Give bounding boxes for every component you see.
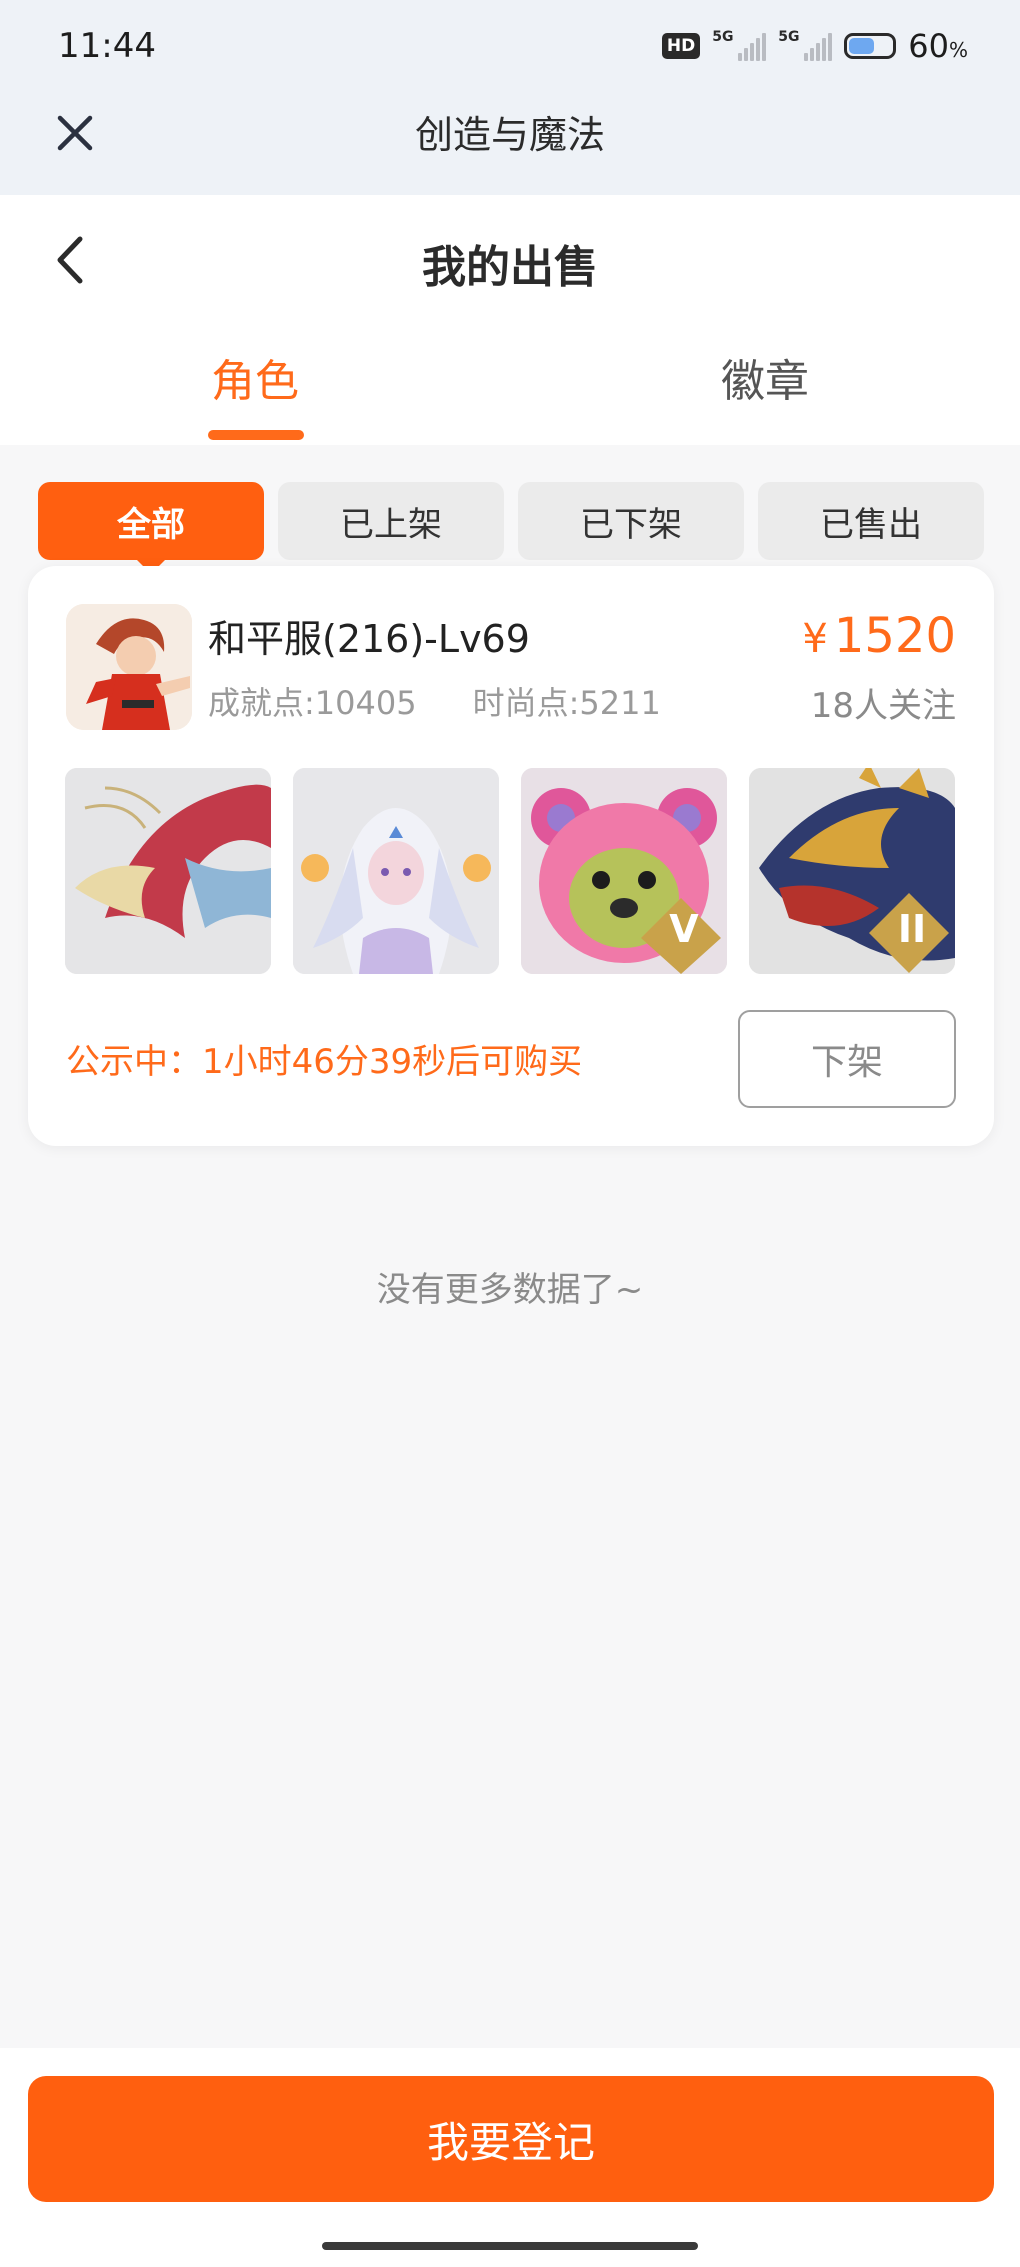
- tier-badge: V: [669, 907, 699, 951]
- page-header: 我的出售 角色 徽章: [0, 195, 1020, 445]
- page-title: 我的出售: [422, 242, 598, 293]
- filter-all[interactable]: 全部: [38, 482, 264, 574]
- signal-icon: 5G: [778, 29, 833, 61]
- filter-delisted[interactable]: 已下架: [518, 482, 744, 560]
- tab-badges[interactable]: 徽章: [665, 345, 865, 409]
- item-thumbnail-dragon[interactable]: [65, 768, 271, 974]
- bottom-bar: 我要登记: [0, 2048, 1020, 2267]
- battery-percent: 60%: [908, 27, 968, 65]
- listing-card[interactable]: 和平服(216)-Lv69 成就点:10405 时尚点:5211 ¥1520 1…: [28, 566, 994, 1146]
- filter-listed[interactable]: 已上架: [278, 482, 504, 560]
- item-thumbnails: V II: [65, 768, 958, 974]
- item-thumbnail-bear[interactable]: V: [521, 768, 727, 974]
- network-label: 5G: [712, 29, 734, 45]
- battery-icon: [844, 33, 897, 59]
- register-button[interactable]: 我要登记: [28, 2076, 994, 2202]
- item-thumbnail-golden-dragon[interactable]: II: [749, 768, 955, 974]
- app-header: 创造与魔法: [0, 90, 1020, 195]
- top-section: 11:44 HD 5G 5G 60% 创造与魔法: [0, 0, 1020, 195]
- listing-stats: 成就点:10405 时尚点:5211: [208, 678, 661, 724]
- publicity-notice: 公示中：1小时46分39秒后可购买: [66, 1042, 583, 1082]
- network-label: 5G: [778, 29, 800, 45]
- hd-badge: HD: [661, 33, 701, 59]
- tab-indicator: [208, 430, 304, 440]
- listing-title: 和平服(216)-Lv69: [208, 617, 530, 661]
- currency-symbol: ¥: [802, 616, 828, 662]
- home-indicator: [322, 2242, 698, 2250]
- tab-bar: 角色 徽章: [0, 345, 1020, 445]
- delist-button[interactable]: 下架: [738, 1010, 956, 1108]
- item-thumbnail-spirit[interactable]: [293, 768, 499, 974]
- achievement-points: 成就点:10405: [208, 684, 417, 722]
- status-icons: HD 5G 5G 60%: [661, 27, 968, 65]
- status-time: 11:44: [58, 26, 156, 66]
- fashion-points: 时尚点:5211: [472, 684, 661, 722]
- filter-chips: 全部 已上架 已下架 已售出: [38, 482, 984, 574]
- listing-price: ¥1520: [802, 608, 956, 664]
- status-bar: 11:44 HD 5G 5G 60%: [0, 0, 1020, 90]
- tier-badge: II: [897, 907, 927, 951]
- tab-roles[interactable]: 角色: [155, 345, 355, 409]
- signal-icon: 5G: [712, 29, 767, 61]
- filter-sold[interactable]: 已售出: [758, 482, 984, 560]
- app-title: 创造与魔法: [414, 113, 605, 157]
- end-of-list-text: 没有更多数据了~: [376, 1270, 644, 1310]
- character-avatar: [66, 604, 192, 730]
- follower-count: 18人关注: [810, 686, 956, 726]
